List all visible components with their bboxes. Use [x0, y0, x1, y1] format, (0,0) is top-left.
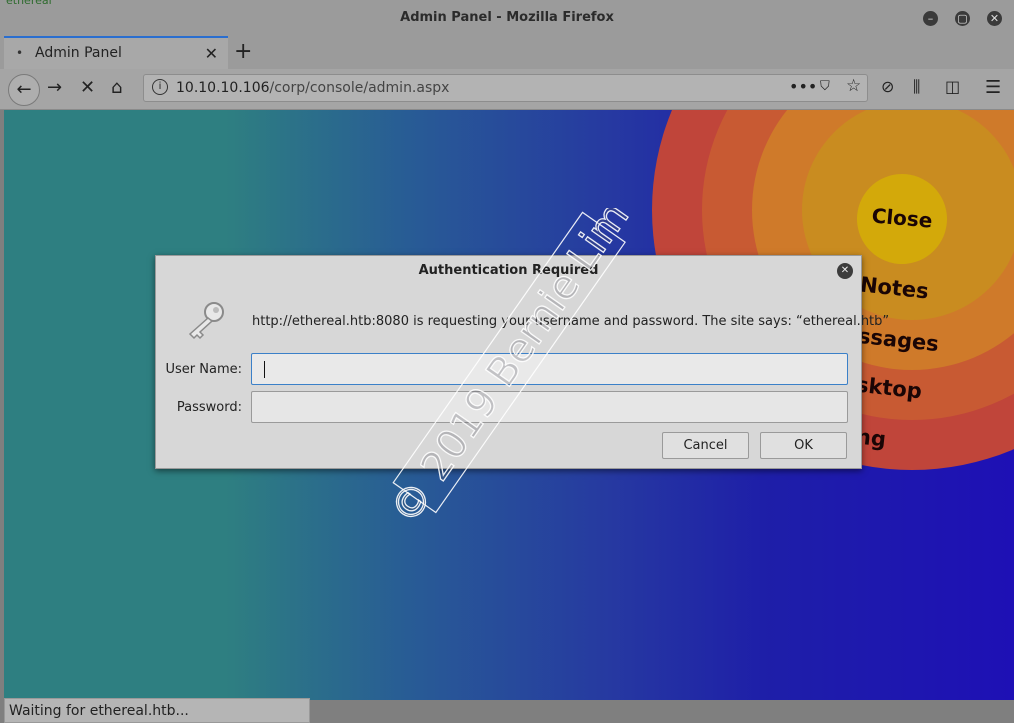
bookmark-star-icon[interactable]: ☆: [846, 76, 861, 96]
password-input[interactable]: [252, 392, 847, 422]
back-arrow-icon[interactable]: ←: [8, 74, 40, 106]
auth-message: http://ethereal.htb:8080 is requesting y…: [252, 314, 890, 329]
minimize-icon[interactable]: –: [923, 11, 938, 26]
home-icon[interactable]: ⌂: [111, 77, 122, 98]
tab-close-icon[interactable]: ✕: [205, 44, 218, 63]
pocket-icon[interactable]: ⛉: [820, 79, 830, 94]
url-text[interactable]: 10.10.10.106/corp/console/admin.aspx: [176, 80, 449, 96]
window-title: Admin Panel - Mozilla Firefox: [400, 10, 614, 25]
hamburger-menu-icon[interactable]: ☰: [985, 77, 1001, 98]
maximize-icon[interactable]: ▢: [955, 11, 970, 26]
window-close-icon[interactable]: ✕: [987, 11, 1002, 26]
new-tab-icon[interactable]: +: [234, 39, 252, 64]
url-path: /corp/console/admin.aspx: [269, 80, 450, 96]
dialog-close-icon[interactable]: ✕: [837, 263, 853, 279]
library-icon[interactable]: ⫼: [913, 77, 920, 97]
tab-bar: • Admin Panel ✕ +: [0, 36, 1014, 69]
username-input[interactable]: [252, 354, 847, 384]
status-text: Waiting for ethereal.htb...: [9, 703, 189, 719]
url-bar[interactable]: i 10.10.10.106/corp/console/admin.aspx •…: [143, 74, 868, 102]
dialog-title: Authentication Required: [418, 263, 599, 278]
tab-label: Admin Panel: [35, 45, 122, 61]
password-label: Password:: [176, 400, 242, 415]
username-label: User Name:: [165, 362, 243, 377]
forward-arrow-icon[interactable]: →: [47, 77, 62, 98]
key-icon: [188, 302, 224, 340]
window-titlebar: ethereal Admin Panel - Mozilla Firefox –…: [0, 0, 1014, 36]
loading-dot-icon: •: [16, 46, 24, 60]
stop-loading-icon[interactable]: ✕: [80, 77, 95, 98]
cancel-button[interactable]: Cancel: [662, 432, 749, 459]
auth-dialog: Authentication Required ✕ http://etherea…: [155, 255, 889, 469]
site-info-icon[interactable]: i: [152, 79, 168, 95]
sidebar-icon[interactable]: ◫: [945, 77, 960, 96]
page-actions-icon[interactable]: •••: [789, 77, 817, 96]
ok-button[interactable]: OK: [760, 432, 847, 459]
text-caret: [264, 361, 265, 378]
tab-admin-panel[interactable]: • Admin Panel ✕: [4, 36, 228, 69]
password-field[interactable]: [251, 391, 848, 423]
tracking-protection-icon[interactable]: ⊘: [881, 77, 894, 96]
status-bar: Waiting for ethereal.htb...: [4, 698, 310, 723]
url-host: 10.10.10.106: [176, 80, 270, 96]
desktop-label: ethereal: [6, 0, 52, 7]
navigation-toolbar: ← → ✕ ⌂ i 10.10.10.106/corp/console/admi…: [0, 69, 1014, 110]
username-field[interactable]: [251, 353, 848, 385]
